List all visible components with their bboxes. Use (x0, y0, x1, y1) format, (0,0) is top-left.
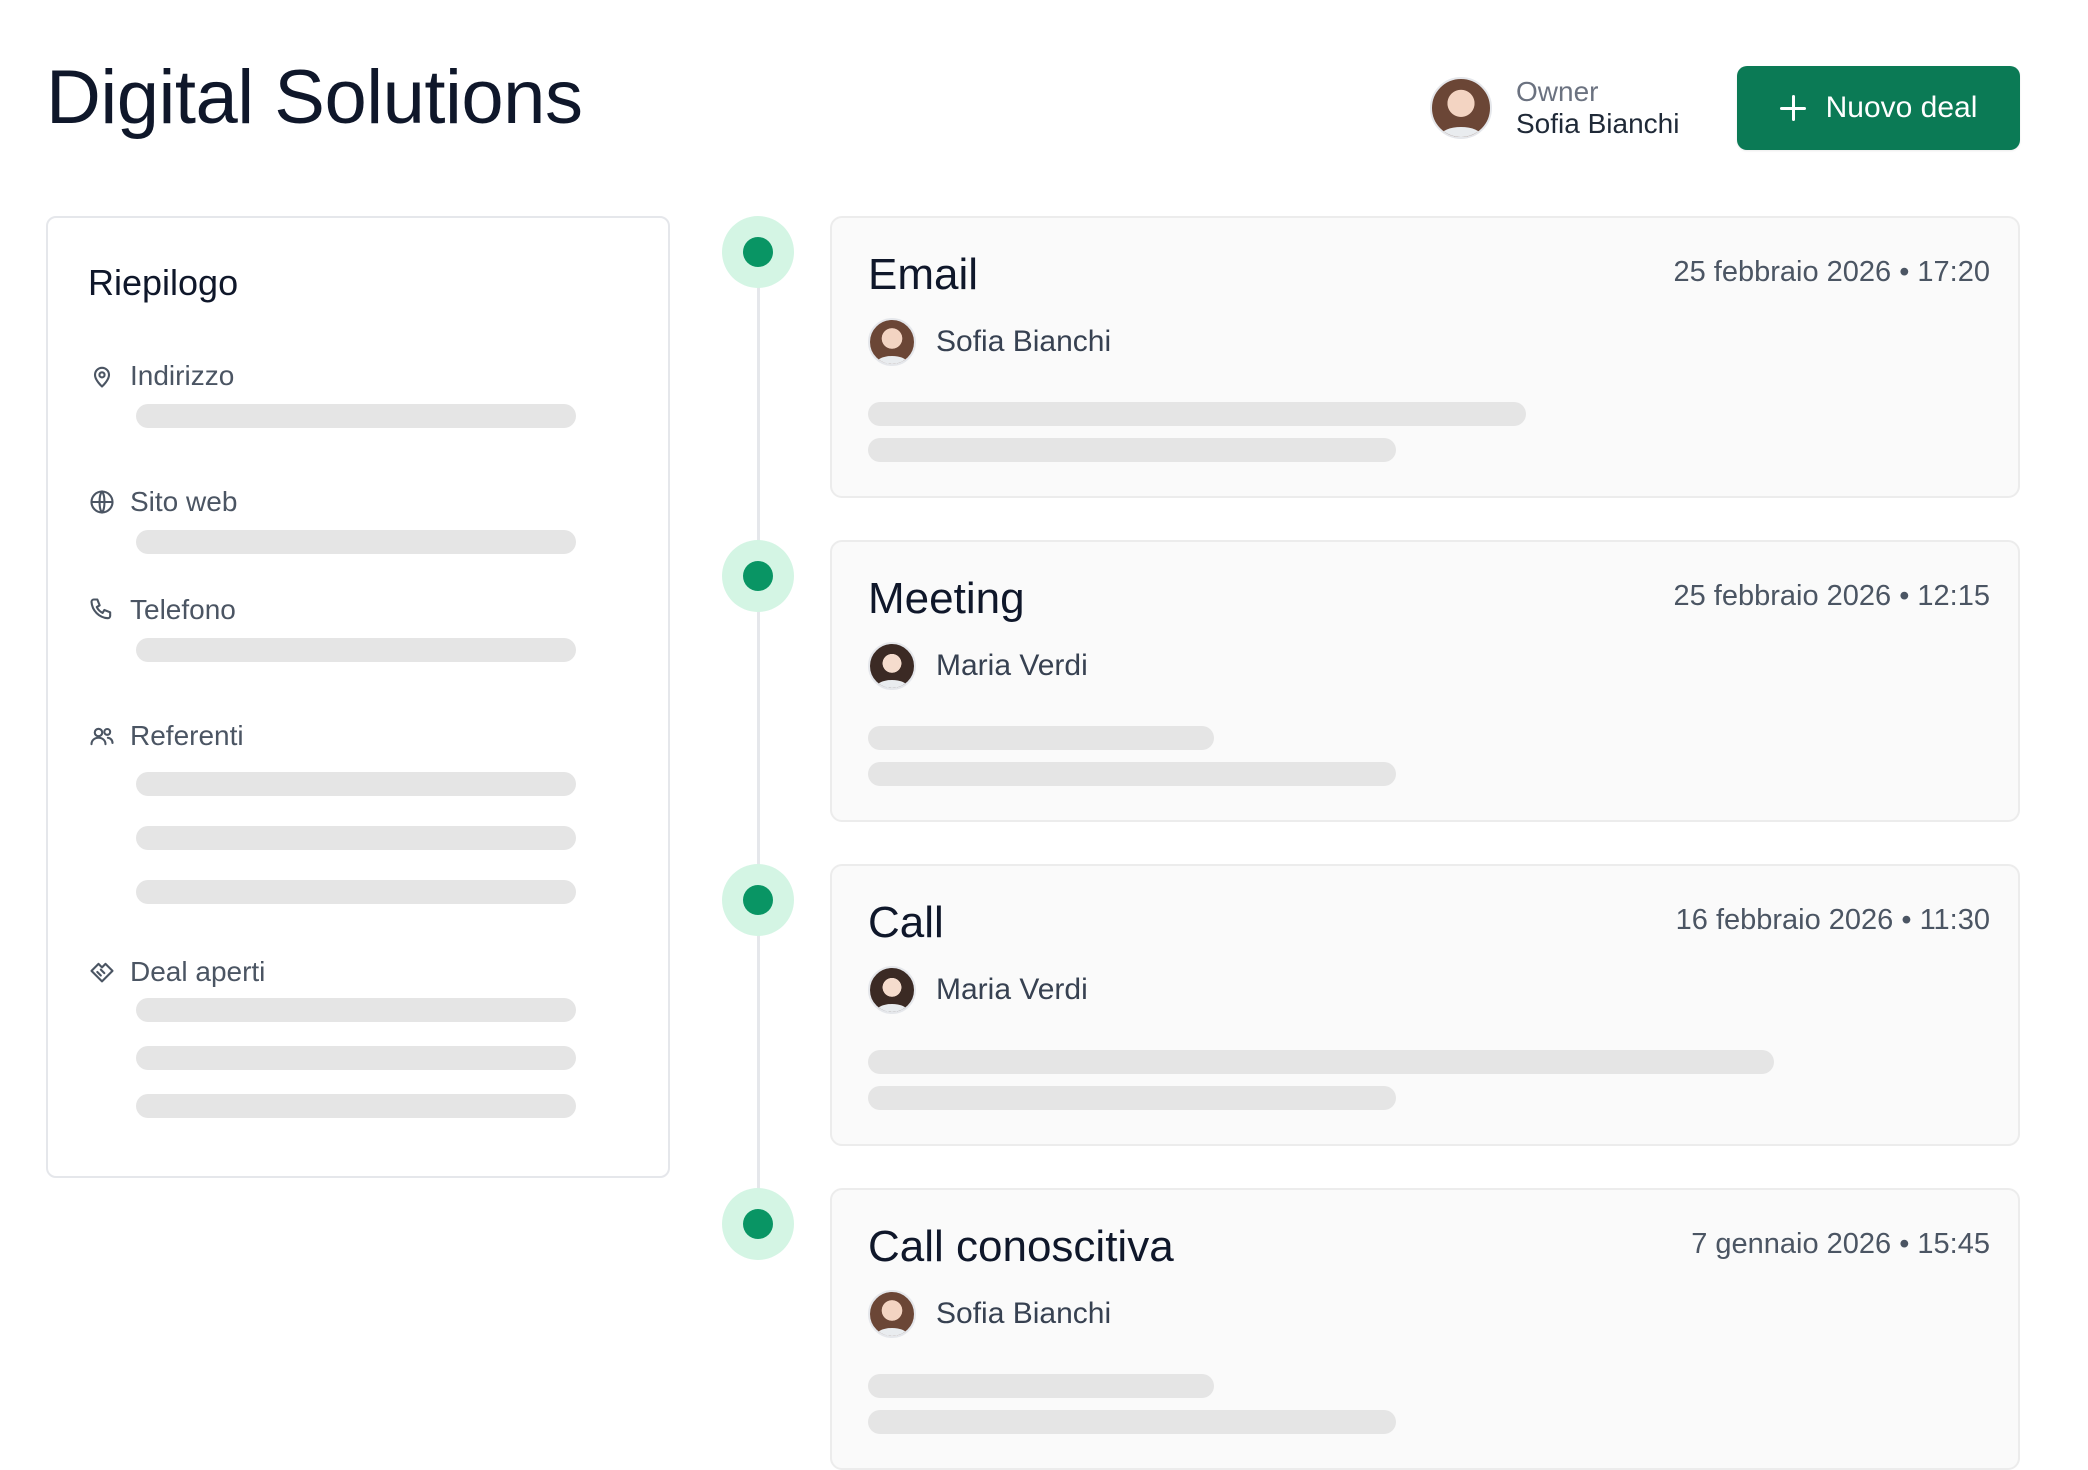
owner-label: Owner (1516, 76, 1599, 107)
timeline-dot (722, 216, 794, 288)
new-deal-button[interactable]: Nuovo deal (1737, 66, 2020, 150)
avatar (868, 966, 916, 1014)
summary-panel: Riepilogo Indirizzo Sito web Telefono Re… (46, 216, 670, 1178)
timeline-line (757, 250, 760, 1230)
field-label-text: Sito web (130, 486, 238, 517)
activity-author-name: Sofia Bianchi (936, 1297, 1112, 1330)
field-deal-aperti: Deal aperti (88, 956, 265, 988)
activity-title: Call (868, 898, 944, 947)
skeleton-line (868, 762, 1396, 786)
page-title: Digital Solutions (46, 55, 583, 140)
activity-author: Sofia Bianchi (868, 1290, 1111, 1338)
skeleton-line (136, 998, 576, 1022)
activity-author-name: Maria Verdi (936, 973, 1088, 1006)
activity-title: Call conoscitiva (868, 1222, 1174, 1271)
field-label-text: Indirizzo (130, 360, 235, 391)
field-label-text: Telefono (130, 594, 236, 625)
avatar (868, 642, 916, 690)
skeleton-line (136, 772, 576, 796)
owner-info: Owner Sofia Bianchi (1430, 76, 1679, 140)
skeleton-line (868, 726, 1214, 750)
skeleton-line (136, 1094, 576, 1118)
activity-card-call-conoscitiva[interactable]: Call conoscitiva 7 gennaio 2026 • 15:45 … (830, 1188, 2020, 1470)
owner-name: Sofia Bianchi (1516, 108, 1680, 140)
timeline-dot (722, 1188, 794, 1260)
activity-date: 25 febbraio 2026 • 17:20 (1673, 256, 1990, 288)
skeleton-line (868, 438, 1396, 462)
field-sito-web: Sito web (88, 486, 237, 518)
activity-title: Email (868, 250, 979, 299)
skeleton-line (868, 1374, 1214, 1398)
timeline-dot (722, 540, 794, 612)
activity-date: 16 febbraio 2026 • 11:30 (1675, 904, 1990, 936)
activity-author-name: Maria Verdi (936, 649, 1088, 682)
field-referenti: Referenti (88, 720, 244, 752)
activity-author-name: Sofia Bianchi (936, 325, 1112, 358)
handshake-icon (90, 962, 114, 983)
activity-card-call[interactable]: Call 16 febbraio 2026 • 11:30 Maria Verd… (830, 864, 2020, 1146)
skeleton-line (136, 530, 576, 554)
summary-title: Riepilogo (88, 262, 239, 303)
skeleton-line (136, 826, 576, 850)
activity-date: 25 febbraio 2026 • 12:15 (1673, 580, 1990, 612)
map-pin-icon (93, 366, 111, 388)
skeleton-line (136, 404, 576, 428)
field-label-text: Deal aperti (130, 956, 266, 987)
activity-author: Maria Verdi (868, 642, 1088, 690)
activity-card-meeting[interactable]: Meeting 25 febbraio 2026 • 12:15 Maria V… (830, 540, 2020, 822)
skeleton-line (868, 1410, 1396, 1434)
users-icon (90, 727, 114, 746)
skeleton-line (136, 1046, 576, 1070)
activity-card-email[interactable]: Email 25 febbraio 2026 • 17:20 Sofia Bia… (830, 216, 2020, 498)
field-telefono: Telefono (88, 594, 236, 626)
avatar (868, 318, 916, 366)
activity-author: Sofia Bianchi (868, 318, 1111, 366)
field-indirizzo: Indirizzo (88, 360, 234, 392)
skeleton-line (868, 1050, 1774, 1074)
activity-author: Maria Verdi (868, 966, 1088, 1014)
owner-avatar (1430, 77, 1492, 140)
activity-date: 7 gennaio 2026 • 15:45 (1691, 1228, 1990, 1260)
new-deal-label: Nuovo deal (1825, 91, 1978, 124)
skeleton-line (868, 1086, 1396, 1110)
field-label-text: Referenti (130, 720, 244, 751)
plus-icon (1779, 95, 1806, 121)
skeleton-line (868, 402, 1526, 426)
avatar (868, 1290, 916, 1338)
skeleton-line (136, 880, 576, 904)
phone-icon (90, 598, 112, 620)
globe-icon (90, 490, 114, 514)
skeleton-line (136, 638, 576, 662)
activity-title: Meeting (868, 574, 1025, 623)
timeline-dot (722, 864, 794, 936)
